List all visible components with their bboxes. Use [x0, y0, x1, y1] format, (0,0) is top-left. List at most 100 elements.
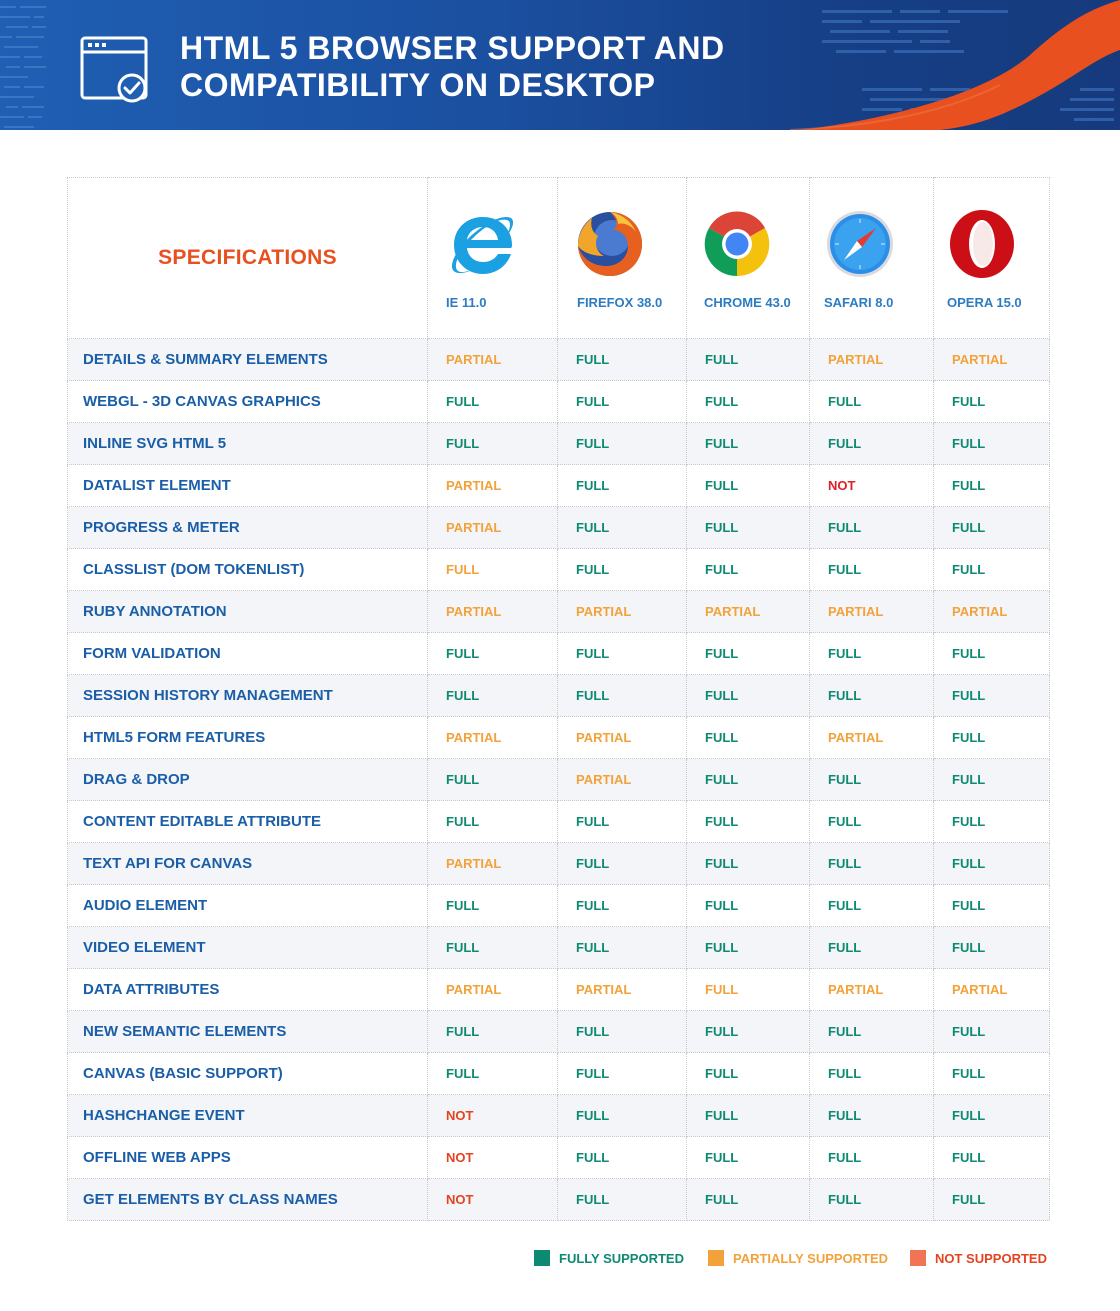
- support-cell-safari: FULL: [809, 1052, 934, 1095]
- support-cell-ie: PARTIAL: [427, 464, 558, 507]
- feature-name: CONTENT EDITABLE ATTRIBUTE: [67, 800, 428, 843]
- support-cell-safari: FULL: [809, 674, 934, 717]
- feature-name: AUDIO ELEMENT: [67, 884, 428, 927]
- support-cell-firefox: FULL: [557, 800, 687, 843]
- browser-name-ie: IE 11.0: [446, 295, 487, 310]
- support-cell-opera: FULL: [933, 1178, 1050, 1221]
- support-cell-ie: NOT: [427, 1178, 558, 1221]
- table-row: CONTENT EDITABLE ATTRIBUTE FULL FULL FULL FU…: [67, 800, 1050, 843]
- support-cell-opera: PARTIAL: [933, 338, 1050, 381]
- support-cell-firefox: PARTIAL: [557, 758, 687, 801]
- support-cell-ie: FULL: [427, 800, 558, 843]
- feature-name: VIDEO ELEMENT: [67, 926, 428, 969]
- feature-name: DATA ATTRIBUTES: [67, 968, 428, 1011]
- support-cell-chrome: FULL: [686, 968, 810, 1011]
- support-cell-ie: FULL: [427, 422, 558, 465]
- support-cell-safari: FULL: [809, 800, 934, 843]
- table-row: INLINE SVG HTML 5 FULL FULL FULL FULL FULL: [67, 422, 1050, 465]
- support-cell-opera: FULL: [933, 926, 1050, 969]
- table-row: HASHCHANGE EVENT NOT FULL FULL FULL FULL: [67, 1094, 1050, 1137]
- feature-name: WEBGL - 3D CANVAS GRAPHICS: [67, 380, 428, 423]
- browser-header-chrome: CHROME 43.0: [686, 177, 810, 339]
- support-cell-ie: FULL: [427, 1052, 558, 1095]
- browser-window-check-icon: [80, 36, 148, 103]
- support-cell-opera: FULL: [933, 506, 1050, 549]
- support-cell-safari: FULL: [809, 926, 934, 969]
- feature-name: DRAG & DROP: [67, 758, 428, 801]
- support-cell-chrome: FULL: [686, 338, 810, 381]
- legend-partial: PARTIALLY SUPPORTED: [708, 1250, 888, 1266]
- support-cell-ie: FULL: [427, 1010, 558, 1053]
- support-cell-opera: FULL: [933, 842, 1050, 885]
- feature-name: INLINE SVG HTML 5: [67, 422, 428, 465]
- support-cell-safari: FULL: [809, 1136, 934, 1179]
- table-row: HTML5 FORM FEATURES PARTIAL PARTIAL FULL PAR…: [67, 716, 1050, 759]
- support-cell-opera: FULL: [933, 758, 1050, 801]
- support-cell-opera: FULL: [933, 884, 1050, 927]
- support-cell-safari: FULL: [809, 632, 934, 675]
- support-cell-ie: FULL: [427, 632, 558, 675]
- support-cell-firefox: FULL: [557, 926, 687, 969]
- support-cell-safari: FULL: [809, 884, 934, 927]
- support-cell-firefox: FULL: [557, 506, 687, 549]
- support-cell-ie: FULL: [427, 884, 558, 927]
- support-cell-firefox: FULL: [557, 548, 687, 591]
- support-cell-ie: NOT: [427, 1136, 558, 1179]
- support-cell-safari: FULL: [809, 842, 934, 885]
- compatibility-table: SPECIFICATIONS IE 11.0 FIREFOX 38.0 CHRO…: [67, 177, 1050, 1221]
- table-row: WEBGL - 3D CANVAS GRAPHICS FULL FULL FULL FU…: [67, 380, 1050, 423]
- legend-not-label: NOT SUPPORTED: [935, 1250, 1047, 1266]
- legend-full-swatch: [534, 1250, 550, 1266]
- support-cell-safari: PARTIAL: [809, 338, 934, 381]
- table-row: CANVAS (BASIC SUPPORT) FULL FULL FULL FULL FU…: [67, 1052, 1050, 1095]
- feature-name: HTML5 FORM FEATURES: [67, 716, 428, 759]
- legend-partial-label: PARTIALLY SUPPORTED: [733, 1250, 889, 1266]
- support-cell-chrome: FULL: [686, 548, 810, 591]
- title-line-2: COMPATIBILITY ON DESKTOP: [180, 67, 656, 103]
- feature-name: DATALIST ELEMENT: [67, 464, 428, 507]
- support-cell-firefox: FULL: [557, 1094, 687, 1137]
- feature-name: NEW SEMANTIC ELEMENTS: [67, 1010, 428, 1053]
- support-cell-firefox: PARTIAL: [557, 716, 687, 759]
- table-body: DETAILS & SUMMARY ELEMENTS PARTIAL FULL FUL…: [67, 338, 1050, 1221]
- internet-explorer-icon: [451, 216, 514, 274]
- support-cell-safari: FULL: [809, 1010, 934, 1053]
- table-row: VIDEO ELEMENT FULL FULL FULL FULL FULL: [67, 926, 1050, 969]
- specifications-header: SPECIFICATIONS: [67, 177, 428, 339]
- feature-name: PROGRESS & METER: [67, 506, 428, 549]
- support-cell-ie: PARTIAL: [427, 968, 558, 1011]
- legend-full-label: FULLY SUPPORTED: [559, 1250, 684, 1266]
- table-row: NEW SEMANTIC ELEMENTS FULL FULL FULL FULL FUL…: [67, 1010, 1050, 1053]
- support-cell-firefox: FULL: [557, 338, 687, 381]
- support-cell-firefox: PARTIAL: [557, 968, 687, 1011]
- support-cell-ie: PARTIAL: [427, 590, 558, 633]
- support-cell-safari: FULL: [809, 548, 934, 591]
- support-cell-safari: FULL: [809, 1178, 934, 1221]
- support-cell-safari: NOT: [809, 464, 934, 507]
- support-cell-safari: FULL: [809, 422, 934, 465]
- support-cell-chrome: FULL: [686, 926, 810, 969]
- browser-name-chrome: CHROME 43.0: [704, 295, 791, 310]
- support-cell-opera: FULL: [933, 1136, 1050, 1179]
- support-cell-opera: FULL: [933, 674, 1050, 717]
- support-cell-chrome: FULL: [686, 1094, 810, 1137]
- feature-name: DETAILS & SUMMARY ELEMENTS: [67, 338, 428, 381]
- support-cell-ie: FULL: [427, 758, 558, 801]
- table-row: DATA ATTRIBUTES PARTIAL PARTIAL FULL PARTIAL…: [67, 968, 1050, 1011]
- table-row: DATALIST ELEMENT PARTIAL FULL FULL NOT FULL: [67, 464, 1050, 507]
- safari-icon: [827, 211, 893, 277]
- support-cell-ie: FULL: [427, 926, 558, 969]
- support-cell-firefox: FULL: [557, 674, 687, 717]
- support-cell-chrome: FULL: [686, 464, 810, 507]
- table-row: DETAILS & SUMMARY ELEMENTS PARTIAL FULL FUL…: [67, 338, 1050, 381]
- support-cell-safari: FULL: [809, 758, 934, 801]
- firefox-icon: [578, 212, 642, 276]
- support-cell-chrome: FULL: [686, 800, 810, 843]
- legend-full: FULLY SUPPORTED: [534, 1250, 684, 1266]
- feature-name: CANVAS (BASIC SUPPORT): [67, 1052, 428, 1095]
- support-cell-safari: PARTIAL: [809, 968, 934, 1011]
- feature-name: RUBY ANNOTATION: [67, 590, 428, 633]
- support-cell-safari: PARTIAL: [809, 716, 934, 759]
- page-title: HTML 5 BROWSER SUPPORT AND COMPATIBILITY…: [180, 30, 725, 104]
- browser-header-ie: IE 11.0: [427, 177, 558, 339]
